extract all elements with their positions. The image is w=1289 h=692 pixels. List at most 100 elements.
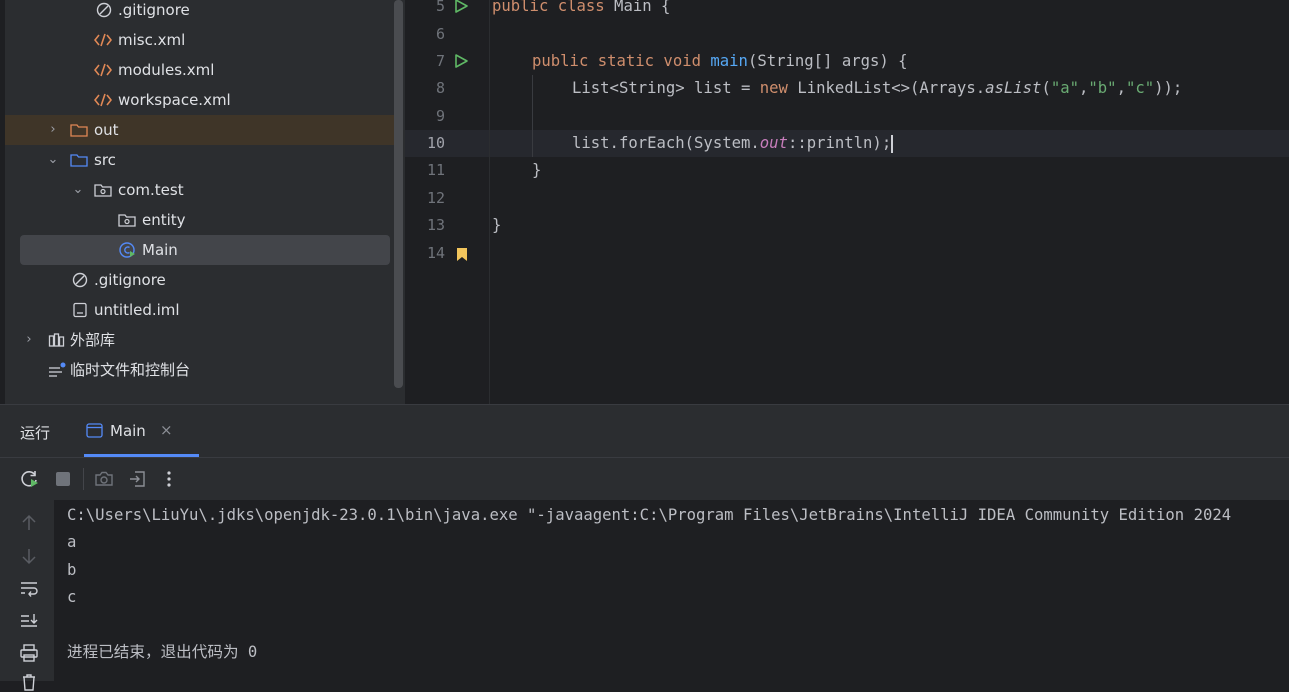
bookmark-icon[interactable] [456, 247, 468, 262]
chevron-down-icon[interactable]: ⌄ [46, 145, 60, 175]
tree-item-gitignore[interactable]: .gitignore [0, 265, 390, 295]
tree-item-src[interactable]: ⌄ src [0, 145, 390, 175]
code-text: )); [1154, 79, 1183, 97]
method-name: main [710, 52, 748, 70]
run-tab-label: Main [110, 422, 146, 440]
line-number: 7 [435, 52, 445, 70]
arrow-up-icon[interactable] [19, 513, 39, 533]
console-line-exit: 进程已结束，退出代码为 0 [67, 643, 258, 661]
tree-item-label: com.test [118, 181, 184, 199]
chevron-right-icon[interactable]: › [46, 115, 60, 145]
line-number-current: 10 [426, 134, 445, 152]
line-number: 14 [426, 244, 445, 262]
string-literal: "c" [1125, 79, 1155, 97]
line-number: 13 [426, 216, 445, 234]
static-field: out [759, 134, 788, 152]
console-line: a [67, 533, 77, 551]
console-output[interactable]: C:\Users\LiuYu\.jdks\openjdk-23.0.1\bin\… [54, 500, 1289, 681]
line-number: 9 [435, 107, 445, 125]
scrollbar[interactable] [394, 0, 403, 388]
tree-item-label: untitled.iml [94, 301, 180, 319]
xml-icon [94, 33, 112, 47]
line-number: 6 [435, 25, 445, 43]
tree-item-external-libraries[interactable]: › 外部库 [0, 325, 390, 355]
code-text: List<String> list = [572, 79, 760, 97]
soft-wrap-icon[interactable] [19, 578, 39, 598]
code-text: (String[] args) { [747, 52, 908, 70]
tree-item-label: workspace.xml [118, 91, 231, 109]
class-run-icon [119, 242, 135, 258]
tree-item-misc-xml[interactable]: misc.xml [0, 25, 390, 55]
exit-icon[interactable] [128, 469, 148, 489]
chevron-right-icon[interactable]: › [22, 325, 36, 355]
print-icon[interactable] [19, 643, 39, 663]
tree-item-modules-xml[interactable]: modules.xml [0, 55, 390, 85]
console-line-command: C:\Users\LiuYu\.jdks\openjdk-23.0.1\bin\… [67, 506, 1232, 524]
code-editor[interactable]: 5 6 7 8 9 10 11 12 13 14 public class Ma… [405, 0, 1289, 404]
run-gutter-icon[interactable] [453, 0, 469, 14]
camera-icon[interactable] [94, 469, 114, 489]
tree-item-label: entity [142, 211, 186, 229]
code-line-10: list.forEach(System.out::println); [572, 130, 894, 157]
gutter-divider [489, 0, 490, 404]
code-line-7: public static void main(String[] args) { [532, 48, 908, 75]
code-text: list.forEach(System. [572, 134, 760, 152]
scratches-icon [49, 362, 66, 377]
console-tab-icon [86, 423, 103, 438]
run-tab-main[interactable]: Main × [84, 405, 199, 457]
console-line: c [67, 588, 77, 606]
arrow-down-icon[interactable] [19, 546, 39, 566]
tree-item-entity[interactable]: entity [0, 205, 390, 235]
line-number: 11 [426, 161, 445, 179]
code-text: ::println); [787, 134, 892, 152]
tree-item-workspace-xml[interactable]: workspace.xml [0, 85, 390, 115]
scroll-to-end-icon[interactable] [19, 611, 39, 631]
code-line-8: List<String> list = new LinkedList<>(Arr… [572, 79, 1183, 97]
line-number: 8 [435, 79, 445, 97]
stop-icon[interactable] [53, 469, 73, 489]
package-icon [118, 214, 136, 227]
tree-item-scratches[interactable]: 临时文件和控制台 [0, 355, 390, 385]
tree-item-untitled-iml[interactable]: untitled.iml [0, 295, 390, 325]
run-gutter-icon[interactable] [453, 53, 469, 69]
rerun-icon[interactable] [20, 469, 40, 489]
tree-item-label: misc.xml [118, 31, 186, 49]
folder-icon [70, 154, 88, 167]
tree-item-label: out [94, 121, 119, 139]
tree-item-label: 临时文件和控制台 [70, 361, 191, 379]
delete-icon[interactable] [19, 672, 39, 692]
indent-guide [532, 75, 533, 157]
active-tab-underline [84, 454, 199, 457]
toolbar-separator [83, 468, 84, 490]
tree-item-label: .gitignore [94, 271, 166, 289]
line-number: 5 [435, 0, 445, 15]
tree-item-gitignore-idea[interactable]: .gitignore [0, 0, 390, 25]
tree-item-out[interactable]: › out [0, 115, 390, 145]
string-literal: "a" [1050, 79, 1079, 97]
package-icon [94, 184, 112, 197]
chevron-down-icon[interactable]: ⌄ [71, 175, 85, 205]
string-literal: "b" [1088, 79, 1117, 97]
ignore-icon [96, 2, 112, 18]
code-line-5: public class Main { [492, 0, 670, 20]
run-tool-window-header: 运行 Main × [0, 405, 1289, 458]
folder-icon [70, 124, 88, 137]
code-line-13: } [492, 216, 502, 234]
more-options-icon[interactable] [159, 469, 179, 489]
static-method: asList [985, 79, 1042, 97]
close-icon[interactable]: × [160, 421, 173, 439]
keyword: public class [492, 0, 605, 15]
line-number: 12 [426, 189, 445, 207]
project-panel: .gitignore misc.xml modules.xml workspac… [0, 0, 405, 404]
keyword: new [759, 79, 788, 97]
run-panel-title: 运行 [20, 424, 51, 442]
console-line: b [67, 561, 77, 579]
ignore-icon [72, 272, 88, 288]
library-icon [48, 333, 65, 347]
tree-item-com-test[interactable]: ⌄ com.test [0, 175, 390, 205]
tree-item-main[interactable]: Main [0, 235, 390, 265]
tree-item-label: Main [142, 241, 178, 259]
keyword: public static void [532, 52, 701, 70]
code-text: Main { [604, 0, 671, 15]
tree-item-label: modules.xml [118, 61, 215, 79]
